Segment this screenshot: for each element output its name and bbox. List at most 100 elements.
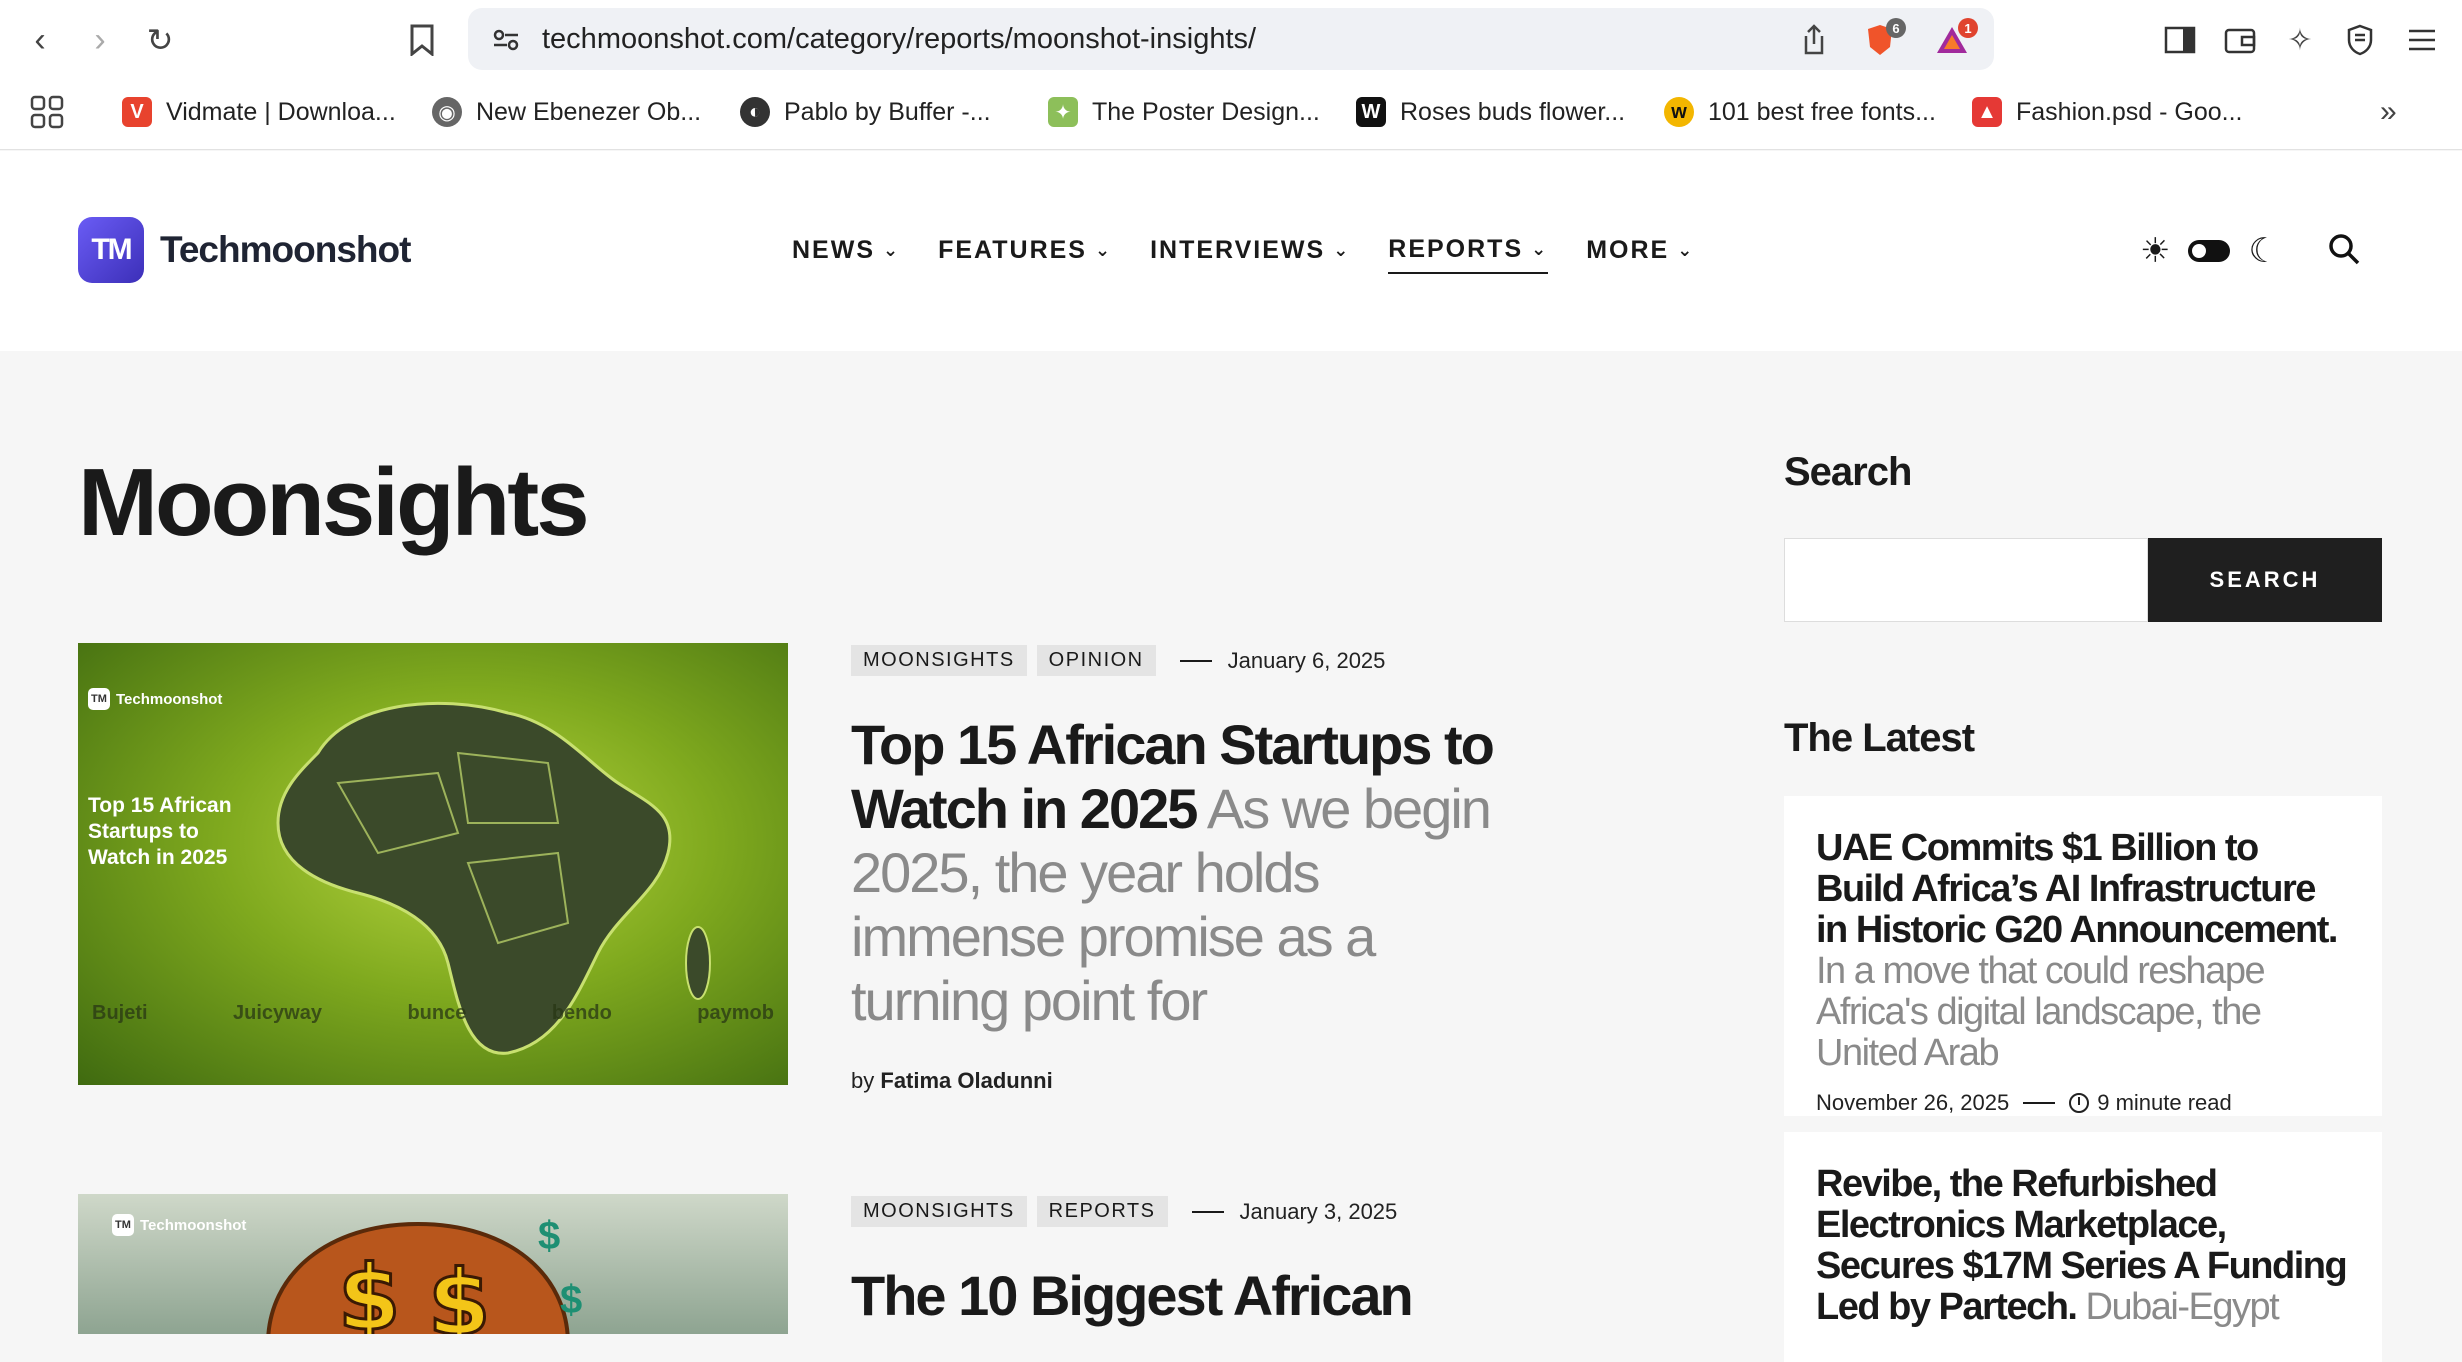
search-button[interactable]: SEARCH	[2148, 538, 2382, 622]
article-author[interactable]: Fatima Oladunni	[880, 1068, 1052, 1093]
clock-icon	[2069, 1093, 2090, 1113]
bookmark-roses[interactable]: W Roses buds flower...	[1356, 92, 1625, 132]
bookmark-fonts[interactable]: w 101 best free fonts...	[1664, 92, 1936, 132]
meta-divider	[1191, 1210, 1224, 1213]
logo-text: Techmoonshot	[160, 229, 411, 270]
search-input[interactable]	[1784, 538, 2148, 622]
apps-grid-icon[interactable]	[30, 92, 64, 132]
w-icon: W	[1356, 97, 1386, 127]
main-nav: NEWS ⌄ FEATURES ⌄ INTERVIEWS ⌄ REPORTS ⌄ MOR…	[792, 235, 1732, 274]
thumb-brand: TM Techmoonshot	[112, 1214, 246, 1236]
pablo-icon: ◐	[740, 97, 770, 127]
nav-reports[interactable]: REPORTS ⌄	[1388, 235, 1549, 274]
image-icon: ▲	[1972, 97, 2002, 127]
alert-count-badge: 1	[1958, 18, 1978, 38]
article-meta: MOONSIGHTS REPORTS January 3, 2025	[851, 1196, 1397, 1227]
chevron-down-icon: ⌄	[1333, 240, 1351, 260]
latest-card-excerpt: Dubai-Egypt	[2085, 1286, 2280, 1328]
svg-text:$: $	[428, 1251, 491, 1334]
latest-card-excerpt: In a move that could reshape Africa's di…	[1816, 950, 2266, 1074]
tag-opinion[interactable]: OPINION	[1036, 645, 1156, 676]
vidmate-icon: V	[122, 97, 152, 127]
article-thumbnail[interactable]: TM Techmoonshot $ $ $ $	[78, 1194, 788, 1334]
bookmark-pablo[interactable]: ◐ Pablo by Buffer -...	[740, 92, 991, 132]
tag-reports[interactable]: REPORTS	[1036, 1196, 1168, 1227]
sun-icon[interactable]: ☀	[2140, 231, 2170, 271]
latest-heading: The Latest	[1784, 716, 1975, 760]
site-logo[interactable]: TM Techmoonshot	[78, 217, 411, 283]
latest-card[interactable]: Revibe, the Refurbished Electronics Mark…	[1784, 1132, 2382, 1362]
article-date: January 3, 2025	[1239, 1198, 1398, 1224]
bookmark-poster-design[interactable]: ✦ The Poster Design...	[1048, 92, 1320, 132]
chevron-down-icon: ⌄	[1094, 240, 1113, 260]
meta-divider	[1179, 659, 1212, 662]
money-map-illustration: $ $	[266, 1221, 570, 1334]
latest-card-meta: November 26, 2025 9 minute read	[1816, 1090, 2350, 1116]
logo-mark-small-icon: TM	[88, 688, 110, 710]
nav-news[interactable]: NEWS ⌄	[792, 235, 900, 274]
logo-mark: TM	[78, 217, 144, 283]
article-byline: by Fatima Oladunni	[851, 1068, 1053, 1093]
tag-moonsights[interactable]: MOONSIGHTS	[851, 1196, 1027, 1227]
thumb-brand: TM Techmoonshot	[88, 688, 222, 710]
article-title[interactable]: The 10 Biggest African	[851, 1264, 1414, 1327]
search-icon[interactable]	[2327, 232, 2361, 271]
nav-features[interactable]: FEATURES ⌄	[938, 235, 1112, 274]
bookmark-icon[interactable]	[402, 20, 442, 60]
bookmark-vidmate[interactable]: V Vidmate | Downloa...	[122, 92, 396, 132]
article-body: Top 15 African Startups to Watch in 2025…	[851, 713, 1531, 1033]
tag-moonsights[interactable]: MOONSIGHTS	[851, 645, 1027, 676]
logo-mark-small-icon: TM	[112, 1214, 134, 1236]
thumb-headline: Top 15 African Startups to Watch in 2025	[88, 794, 232, 869]
meta-divider	[2023, 1102, 2056, 1104]
reload-icon[interactable]: ↻	[140, 20, 180, 60]
svg-text:$: $	[338, 1246, 401, 1334]
poster-icon: ✦	[1048, 97, 1078, 127]
globe-icon: ◉	[432, 97, 462, 127]
latest-card-date: November 26, 2025	[1816, 1090, 2010, 1115]
sidebar-toggle-icon[interactable]	[2160, 20, 2200, 60]
bookmark-ebenezer[interactable]: ◉ New Ebenezer Ob...	[432, 92, 701, 132]
browser-toolbar: ‹ › ↻ techmoonshot.com/category/reports/…	[0, 0, 2462, 80]
site-settings-icon[interactable]	[488, 22, 524, 58]
vpn-icon[interactable]	[2340, 20, 2380, 60]
page-title: Moonsights	[78, 449, 590, 556]
theme-toggle[interactable]	[2188, 240, 2231, 262]
menu-icon[interactable]	[2402, 20, 2442, 60]
header-tools: ☀ ☾	[2140, 231, 2361, 271]
nav-interviews[interactable]: INTERVIEWS ⌄	[1150, 235, 1350, 274]
bookmarks-bar: V Vidmate | Downloa... ◉ New Ebenezer Ob..…	[0, 86, 2462, 136]
chevron-down-icon: ⌄	[883, 240, 901, 260]
brave-rewards-icon[interactable]: 1	[1934, 18, 1978, 58]
chevron-down-icon: ⌄	[1677, 240, 1695, 260]
article-meta: MOONSIGHTS OPINION January 6, 2025	[851, 645, 1385, 676]
fonts-icon: w	[1664, 97, 1694, 127]
article-body: The 10 Biggest African	[851, 1264, 1531, 1328]
nav-more[interactable]: MORE ⌄	[1586, 235, 1694, 274]
more-bookmarks-icon[interactable]: »	[2380, 92, 2397, 132]
article-date: January 6, 2025	[1227, 647, 1386, 673]
leo-ai-icon[interactable]: ✧	[2280, 20, 2320, 60]
thumb-startup-logos: Bujeti Juicyway bunce bendo paymob	[92, 1002, 774, 1024]
moon-icon[interactable]: ☾	[2248, 231, 2278, 271]
dollar-icon: $	[538, 1214, 561, 1258]
latest-card-text: Revibe, the Refurbished Electronics Mark…	[1816, 1164, 2350, 1328]
address-bar[interactable]: techmoonshot.com/category/reports/moonsh…	[468, 8, 1994, 70]
dollar-icon: $	[560, 1278, 583, 1322]
back-icon[interactable]: ‹	[20, 20, 60, 60]
article-thumbnail[interactable]: TM Techmoonshot Top 15 African Startups t…	[78, 643, 788, 1085]
latest-card[interactable]: UAE Commits $1 Billion to Build Africa’s…	[1784, 796, 2382, 1116]
browser-chrome: ‹ › ↻ techmoonshot.com/category/reports/…	[0, 0, 2462, 150]
wallet-icon[interactable]	[2220, 20, 2260, 60]
site-header: TM Techmoonshot NEWS ⌄ FEATURES ⌄ INTERVIE…	[0, 151, 2462, 351]
latest-card-title[interactable]: UAE Commits $1 Billion to Build Africa’s…	[1816, 827, 2338, 951]
chevron-down-icon: ⌄	[1531, 239, 1549, 259]
search-heading: Search	[1784, 450, 1912, 494]
bookmark-fashion[interactable]: ▲ Fashion.psd - Goo...	[1972, 92, 2243, 132]
latest-card-text: UAE Commits $1 Billion to Build Africa’s…	[1816, 828, 2350, 1074]
forward-icon[interactable]: ›	[80, 20, 120, 60]
brave-shield-icon[interactable]: 6	[1862, 18, 1906, 58]
latest-card-read-time: 9 minute read	[2097, 1090, 2232, 1115]
url-text[interactable]: techmoonshot.com/category/reports/moonsh…	[542, 23, 1256, 56]
share-icon[interactable]	[1796, 22, 1832, 58]
